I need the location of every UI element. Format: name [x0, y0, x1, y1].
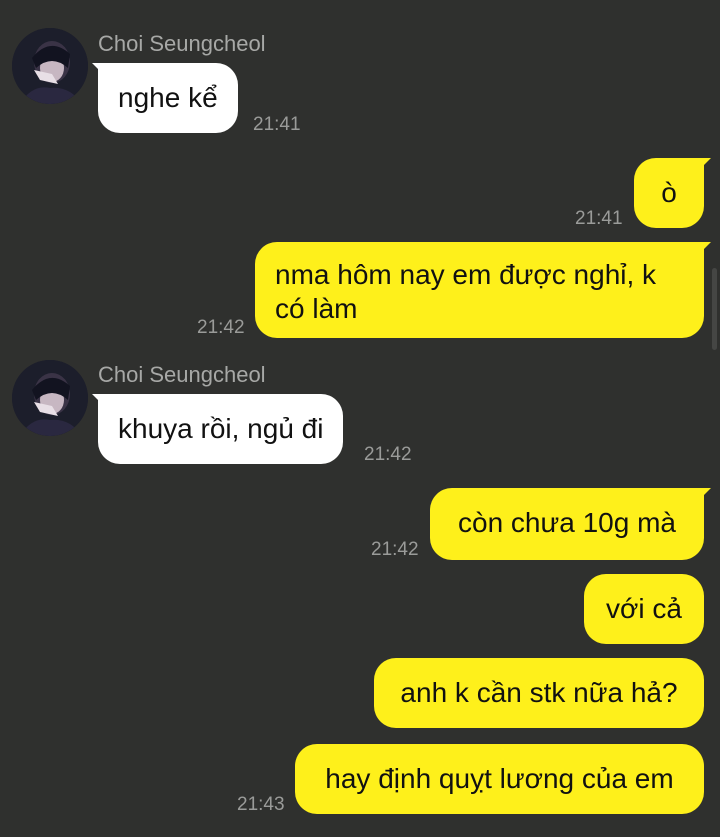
message-bubble-incoming[interactable]: nghe kể: [98, 63, 238, 133]
contact-avatar[interactable]: [12, 28, 88, 104]
message-bubble-outgoing[interactable]: nma hôm nay em được nghỉ, k có làm: [255, 242, 704, 338]
message-bubble-outgoing[interactable]: với cả: [584, 574, 704, 644]
message-bubble-outgoing[interactable]: anh k cần stk nữa hả?: [374, 658, 704, 728]
message-bubble-outgoing[interactable]: còn chưa 10g mà: [430, 488, 704, 560]
message-timestamp: 21:42: [197, 317, 245, 338]
message-bubble-outgoing[interactable]: ò: [634, 158, 704, 228]
chat-scrollbar[interactable]: [712, 268, 717, 350]
chat-message-list[interactable]: Choi Seungcheol nghe kể 21:41 ò 21:41 nm…: [0, 0, 720, 837]
avatar-photo-icon: [12, 28, 88, 104]
message-timestamp: 21:42: [364, 444, 412, 465]
message-timestamp: 21:41: [253, 114, 301, 135]
sender-name: Choi Seungcheol: [98, 362, 266, 387]
avatar-photo-icon: [12, 360, 88, 436]
message-bubble-incoming[interactable]: khuya rồi, ngủ đi: [98, 394, 344, 464]
message-timestamp: 21:43: [237, 794, 285, 815]
message-bubble-outgoing[interactable]: hay định quỵt lương của em: [295, 744, 704, 814]
message-timestamp: 21:41: [575, 208, 623, 229]
contact-avatar[interactable]: [12, 360, 88, 436]
sender-name: Choi Seungcheol: [98, 31, 266, 56]
message-timestamp: 21:42: [371, 539, 419, 560]
